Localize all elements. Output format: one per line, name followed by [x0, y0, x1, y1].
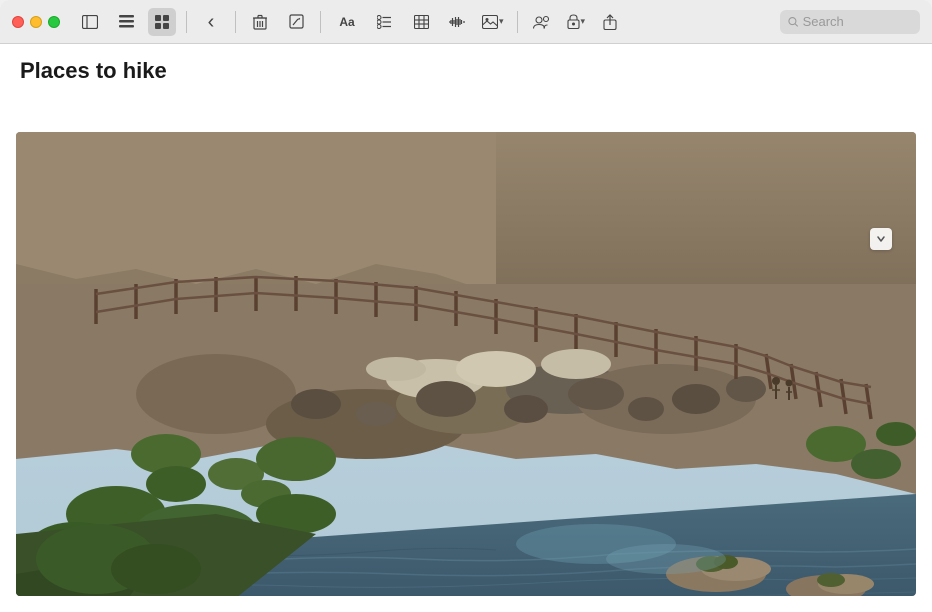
share-button[interactable] [596, 8, 624, 36]
grid-view-button[interactable] [148, 8, 176, 36]
grid-view-icon [155, 15, 169, 29]
audio-button[interactable] [443, 8, 471, 36]
lock-chevron-icon: ▾ [581, 16, 586, 27]
list-view-icon [119, 15, 134, 28]
expand-chevron-icon [876, 235, 886, 243]
traffic-lights [12, 16, 60, 28]
collaborate-button[interactable] [528, 8, 556, 36]
checklist-button[interactable] [371, 8, 399, 36]
checklist-icon [377, 15, 393, 29]
trash-icon [253, 14, 267, 30]
media-icon [482, 15, 498, 29]
media-chevron-icon: ▾ [499, 16, 504, 27]
minimize-button[interactable] [30, 16, 42, 28]
collaborate-icon [533, 15, 551, 29]
sidebar-icon [82, 15, 98, 29]
list-view-button[interactable] [112, 8, 140, 36]
titlebar: ‹ Aa [0, 0, 932, 44]
sidebar-toggle-button[interactable] [76, 8, 104, 36]
expand-image-button[interactable] [870, 228, 892, 250]
lock-button[interactable]: ▾ [564, 12, 589, 31]
delete-button[interactable] [246, 8, 274, 36]
compose-icon [289, 14, 304, 29]
close-button[interactable] [12, 16, 24, 28]
maximize-button[interactable] [48, 16, 60, 28]
main-content: Places to hike [0, 44, 932, 612]
divider-3 [320, 11, 321, 33]
table-button[interactable] [407, 8, 435, 36]
search-input[interactable] [803, 14, 912, 29]
share-icon [603, 14, 617, 30]
compose-button[interactable] [282, 8, 310, 36]
lock-icon [567, 14, 580, 29]
landscape-image[interactable] [16, 132, 916, 596]
divider-1 [186, 11, 187, 33]
audio-icon [449, 15, 465, 29]
table-icon [414, 15, 429, 29]
divider-4 [517, 11, 518, 33]
note-title: Places to hike [20, 58, 167, 84]
back-button[interactable]: ‹ [197, 8, 225, 36]
divider-2 [235, 11, 236, 33]
format-button[interactable]: Aa [331, 8, 363, 36]
search-field[interactable] [780, 10, 920, 34]
media-button[interactable]: ▾ [479, 13, 507, 31]
landscape-svg [16, 132, 916, 596]
search-icon [788, 16, 799, 28]
